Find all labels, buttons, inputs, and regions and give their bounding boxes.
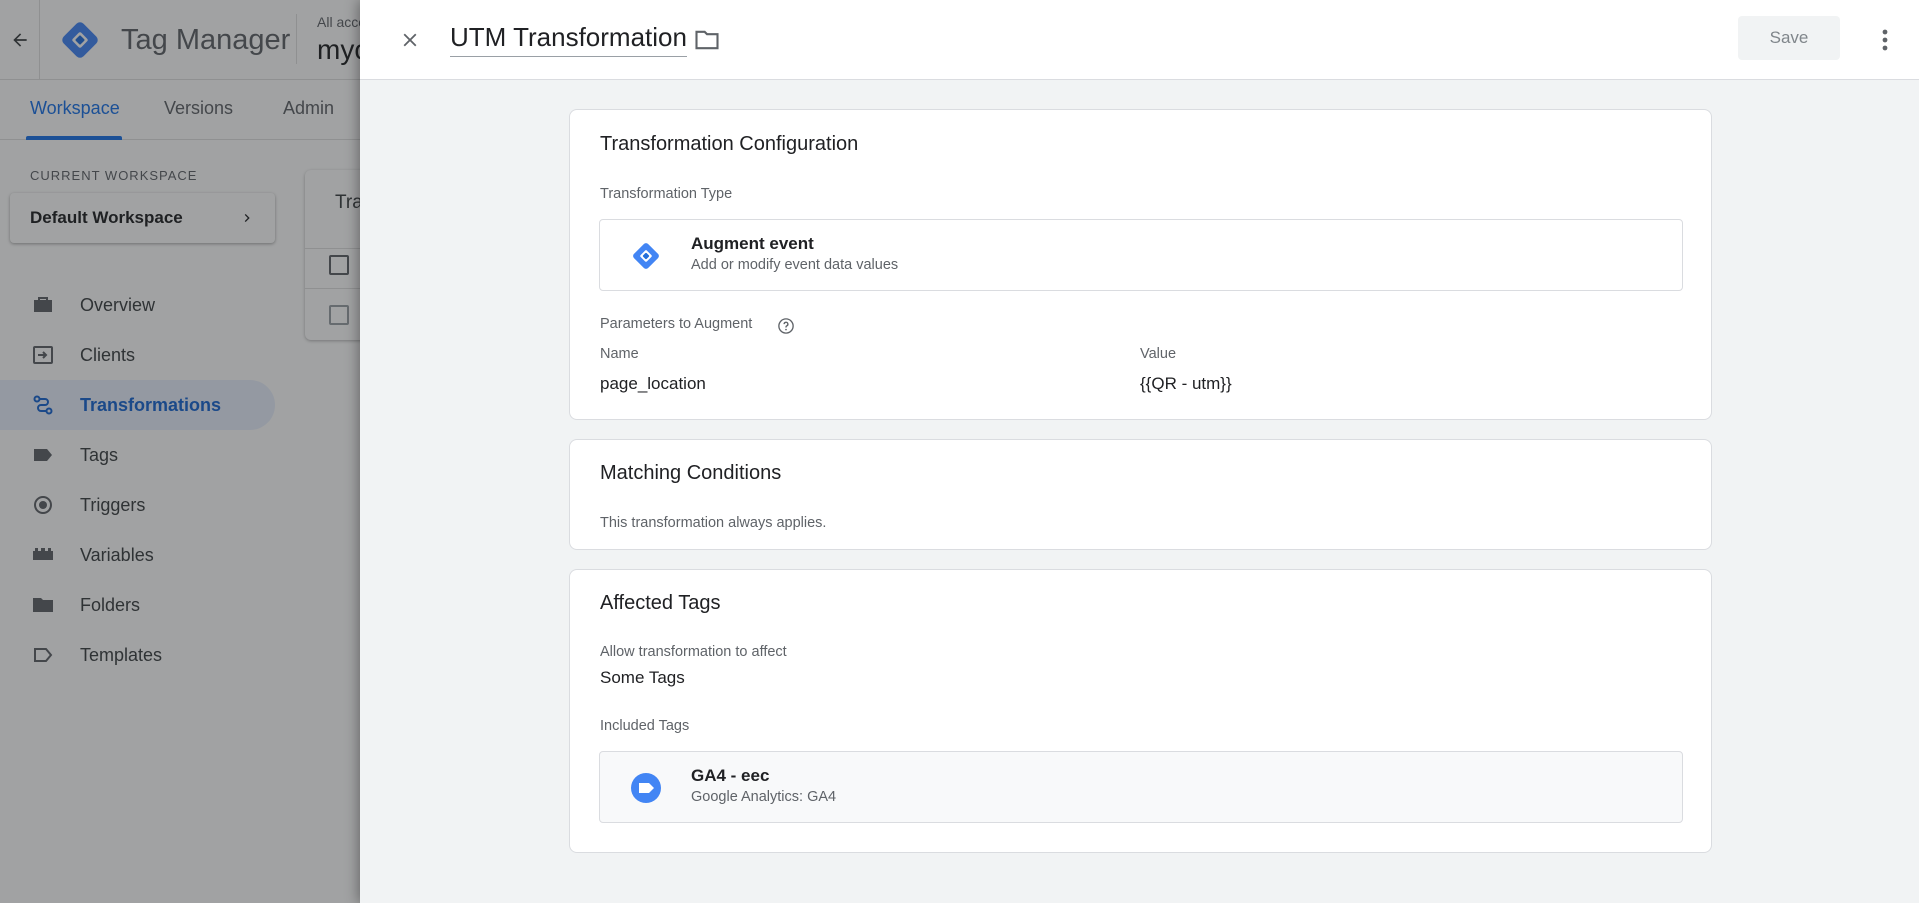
close-button[interactable] (390, 20, 430, 60)
help-icon[interactable] (777, 317, 795, 335)
panel-header: UTM Transformation Save (360, 0, 1919, 80)
parameter-value: {{QR - utm}} (1140, 374, 1232, 393)
allow-affect-value: Some Tags (600, 668, 685, 687)
parameter-name: page_location (600, 374, 706, 393)
transformation-editor-panel: UTM Transformation Save Transformation C… (360, 0, 1919, 903)
name-column-header: Name (600, 346, 639, 362)
matching-conditions-card[interactable]: Matching Conditions This transformation … (569, 439, 1712, 550)
value-column-header: Value (1140, 346, 1177, 362)
transformation-type-name: Augment event (691, 234, 814, 253)
included-tags-label: Included Tags (600, 718, 690, 734)
more-options-button[interactable] (1870, 20, 1900, 60)
matching-conditions-text: This transformation always applies. (600, 515, 827, 531)
tag-type-icon (628, 770, 664, 806)
card-title: Transformation Configuration (600, 133, 859, 155)
allow-affect-label: Allow transformation to affect (600, 644, 787, 660)
tag-name: GA4 - eec (691, 766, 770, 785)
transformation-type-selector[interactable]: Augment event Add or modify event data v… (599, 219, 1683, 291)
close-icon (403, 33, 417, 47)
more-vert-icon (1882, 29, 1888, 51)
transformation-type-description: Add or modify event data values (691, 257, 899, 273)
included-tag-item[interactable]: GA4 - eec Google Analytics: GA4 (599, 751, 1683, 823)
augment-event-icon (628, 238, 664, 274)
card-title: Matching Conditions (600, 462, 782, 484)
parameters-label: Parameters to Augment (600, 316, 753, 332)
affected-tags-card[interactable]: Affected Tags Allow transformation to af… (569, 569, 1712, 853)
transformation-name-field[interactable]: UTM Transformation (450, 22, 687, 57)
tag-type: Google Analytics: GA4 (691, 789, 837, 805)
card-title: Affected Tags (600, 592, 721, 614)
transformation-type-label: Transformation Type (600, 186, 733, 202)
save-button[interactable]: Save (1738, 16, 1840, 60)
folder-outline-icon (695, 30, 719, 50)
transformation-configuration-card[interactable]: Transformation Configuration Transformat… (569, 109, 1712, 420)
folder-button[interactable] (691, 24, 723, 56)
